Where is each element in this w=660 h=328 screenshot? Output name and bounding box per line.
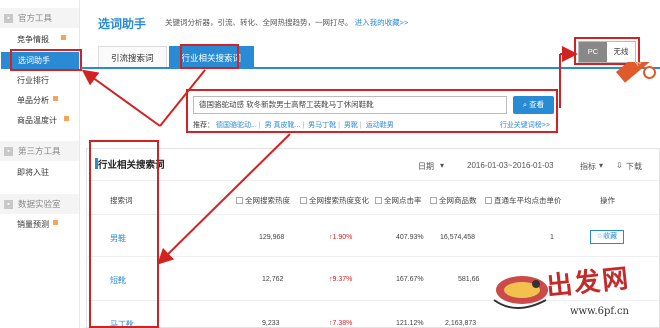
sidebar-section-third-party: ▪ 第三方工具 (0, 141, 79, 161)
cell-change: ↑7.38% (329, 320, 353, 327)
recommend-keyword[interactable]: 男马丁靴 (308, 122, 336, 129)
highlight-box-results (89, 140, 159, 328)
new-badge-icon (64, 116, 69, 121)
new-badge-icon (61, 35, 66, 40)
sidebar-item-label: 即将入驻 (17, 168, 49, 177)
section-icon: ▪ (4, 13, 13, 23)
col-action: 操作 (600, 196, 615, 205)
download-label[interactable]: 下载 (626, 161, 642, 172)
sidebar-item-label: 行业排行 (17, 76, 49, 85)
cell-heat: 9,233 (262, 320, 280, 327)
tab-underline (81, 67, 660, 69)
col-heat[interactable]: 全网搜索热度 (236, 195, 290, 206)
watermark: 出发网 www.6pf.cn (486, 256, 660, 328)
sidebar-item-sales-forecast[interactable]: 销量预测 (0, 216, 58, 233)
section-title: 第三方工具 (18, 146, 61, 156)
section-title: 数据实验室 (18, 199, 61, 209)
checkbox-icon[interactable] (375, 197, 382, 204)
recommend-keyword[interactable]: 男靴 (344, 122, 358, 129)
favorite-button[interactable]: ☆收藏 (590, 230, 624, 244)
section-icon: ▪ (4, 199, 13, 209)
search-input[interactable]: 德国骆驼动感 软冬新款男士高帮工装靴马丁休闲鞋靴 (193, 96, 507, 114)
sidebar-item-product-analysis[interactable]: 单品分析 (0, 92, 58, 109)
cell-cpc: 1 (550, 234, 554, 241)
col-cpc[interactable]: 直通车平均点击单价 (485, 195, 562, 206)
checkbox-icon[interactable] (300, 197, 307, 204)
search-button-label: 查看 (529, 100, 545, 109)
search-panel: 德国骆驼动感 软冬新款男士高帮工装靴马丁休闲鞋靴 ⌕ 查看 推荐： 德国骆驼动.… (186, 89, 558, 133)
section-title: 官方工具 (18, 13, 53, 23)
new-badge-icon (53, 220, 58, 225)
sidebar-item-coming-soon[interactable]: 即将入驻 (0, 164, 49, 181)
sidebar-item-label: 销量预测 (17, 220, 49, 229)
subtitle-text: 关键词分析器，引流、转化、全网热搜趋势，一网打尽。 (165, 18, 353, 27)
sidebar-item-label: 单品分析 (17, 96, 49, 105)
sidebar-item-competition[interactable]: 竞争情报 (0, 31, 66, 48)
col-heat-change[interactable]: 全网搜索热度变化 (300, 195, 369, 206)
search-button[interactable]: ⌕ 查看 (513, 96, 554, 114)
clock-icon (643, 66, 656, 79)
tab-traffic-words[interactable]: 引流搜索词 (98, 46, 167, 68)
recommend-keyword[interactable]: 男 真皮靴... (265, 122, 301, 129)
chevron-down-icon: ▾ (599, 161, 604, 170)
cell-items: 16,574,458 (440, 234, 476, 241)
header: 选词助手 关键词分析器，引流、转化、全网热搜趋势，一网打尽。 进入我的收藏>> (81, 0, 660, 40)
recommend-row: 推荐： 德国骆驼动... | 男 真皮靴... | 男马丁靴 | 男靴 | 运动鞋男 (193, 122, 394, 129)
new-badge-icon (53, 96, 58, 101)
arrow-to-sidebar (81, 69, 161, 127)
page-title: 选词助手 (98, 17, 147, 31)
highlight-box-sidebar (10, 49, 82, 71)
checkbox-icon[interactable] (236, 197, 243, 204)
metric-dropdown[interactable]: 指标 (580, 161, 596, 172)
date-range[interactable]: 2016-01-03~2016-01-03 (467, 161, 554, 170)
sidebar-section-lab: ▪ 数据实验室 (0, 194, 79, 214)
recommend-keyword[interactable]: 德国骆驼动... (216, 122, 257, 129)
page-subtitle: 关键词分析器，引流、转化、全网热搜趋势，一网打尽。 进入我的收藏>> (165, 17, 408, 28)
cell-change: ↑1.90% (329, 234, 353, 241)
recommend-label: 推荐： (193, 122, 214, 129)
cell-items: 581,66 (458, 276, 480, 283)
divider (86, 180, 660, 181)
cell-change: ↑9.37% (329, 276, 353, 283)
cell-items: 2,163,873 (445, 320, 477, 327)
section-icon: ▪ (4, 146, 13, 156)
checkbox-icon[interactable] (430, 197, 437, 204)
col-ctr[interactable]: 全网点击率 (375, 195, 422, 206)
cell-heat: 12,762 (262, 276, 284, 283)
chevron-down-icon: ▾ (440, 161, 445, 170)
cell-ctr: 167.67% (396, 276, 424, 283)
sidebar-item-label: 商品温度计 (17, 116, 57, 125)
watermark-url: www.6pf.cn (570, 306, 629, 317)
date-label: 日期 (418, 162, 434, 171)
cell-ctr: 121.12% (396, 320, 424, 327)
checkbox-icon[interactable] (485, 197, 492, 204)
search-icon: ⌕ (522, 100, 528, 109)
col-items[interactable]: 全网商品数 (430, 195, 477, 206)
sidebar-section-official: ▪ 官方工具 (0, 8, 79, 28)
sidebar-item-industry-rank[interactable]: 行业排行 (0, 72, 49, 89)
recommend-keyword[interactable]: 运动鞋男 (366, 122, 394, 129)
watermark-brand: 出发网 (544, 263, 632, 303)
sidebar-item-label: 竞争情报 (17, 35, 49, 44)
cell-heat: 129,968 (259, 234, 285, 241)
divider (86, 214, 660, 215)
favorites-link[interactable]: 进入我的收藏>> (355, 18, 409, 27)
sidebar-item-thermometer[interactable]: 商品温度计 (0, 112, 69, 129)
download-icon[interactable]: ⇩ (616, 161, 623, 170)
highlight-box-toggle (574, 37, 640, 65)
highlight-box-tab (180, 44, 239, 69)
industry-ranking-link[interactable]: 行业关键词榜>> (500, 120, 550, 130)
cell-ctr: 407.93% (396, 234, 424, 241)
